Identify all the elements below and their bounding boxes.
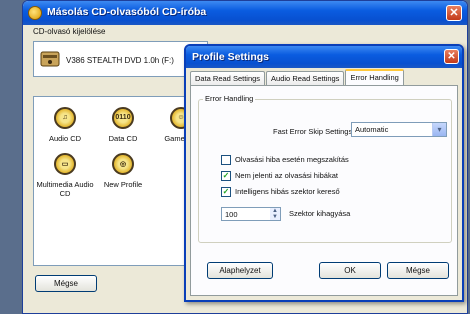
sector-skip-stepper[interactable]: 100 ▲ ▼ [221, 207, 281, 221]
tab-strip: Data Read Settings Audio Read Settings E… [190, 69, 405, 85]
profile-grid: ♫ Audio CD 0110 Data CD ☺ Game CD ▭ Mult… [33, 96, 208, 266]
fast-skip-label: Fast Error Skip Settings: [273, 127, 355, 136]
tab-audio-read-settings[interactable]: Audio Read Settings [266, 71, 345, 85]
ok-button[interactable]: OK [319, 262, 381, 279]
profile-data-cd[interactable]: 0110 Data CD [94, 107, 152, 143]
fast-skip-select[interactable]: Automatic ▾ [351, 122, 447, 137]
dialog-title: Profile Settings [192, 51, 270, 63]
checkbox-smart-sector-search[interactable]: ✓ [221, 187, 231, 197]
dialog-title-bar[interactable]: Profile Settings ✕ [186, 46, 462, 68]
profile-label: Data CD [108, 134, 138, 143]
profile-label: New Profile [103, 180, 143, 189]
dialog-close-button[interactable]: ✕ [444, 49, 459, 64]
tab-panel: Error Handling Fast Error Skip Settings:… [190, 85, 458, 296]
profile-label: Multimedia Audio CD [36, 180, 94, 198]
main-title-bar[interactable]: Másolás CD-olvasóból CD-íróba ✕ [23, 1, 467, 25]
tab-error-handling[interactable]: Error Handling [345, 69, 404, 85]
data-cd-icon: 0110 [112, 107, 134, 129]
main-close-button[interactable]: ✕ [446, 5, 462, 21]
checkbox-abort-on-error[interactable] [221, 155, 231, 165]
checkbox-no-report-errors[interactable]: ✓ [221, 171, 231, 181]
profile-new-profile[interactable]: ◎ New Profile [94, 153, 152, 189]
drive-name: V386 STEALTH DVD 1.0h (F:) [66, 56, 174, 65]
audio-cd-icon: ♫ [54, 107, 76, 129]
cd-drive-icon [40, 51, 60, 67]
profile-multimedia-audio-cd[interactable]: ▭ Multimedia Audio CD [36, 153, 94, 198]
sector-skip-label: Szektor kihagyása [289, 209, 351, 218]
main-cancel-button[interactable]: Mégse [35, 275, 97, 292]
multimedia-cd-icon: ▭ [54, 153, 76, 175]
app-icon [28, 6, 42, 20]
dialog-cancel-button[interactable]: Mégse [387, 262, 449, 279]
main-window-title: Másolás CD-olvasóból CD-íróba [47, 6, 207, 18]
group-legend: Error Handling [203, 94, 256, 103]
new-profile-icon: ◎ [112, 153, 134, 175]
sector-skip-value: 100 [225, 210, 238, 219]
profile-label: Audio CD [48, 134, 82, 143]
checkbox-label: Nem jelenti az olvasási hibákat [235, 171, 338, 180]
checkbox-label: Olvasási hiba esetén megszakítás [235, 155, 349, 164]
checkbox-label: Intelligens hibás szektor kereső [235, 187, 340, 196]
profile-settings-dialog: Profile Settings ✕ Data Read Settings Au… [184, 44, 464, 302]
drive-section-label: CD-olvasó kijelölése [33, 27, 106, 36]
fast-skip-value: Automatic [355, 125, 389, 134]
drive-selector[interactable]: V386 STEALTH DVD 1.0h (F:) [33, 41, 208, 77]
reset-default-button[interactable]: Alaphelyzet [207, 262, 273, 279]
chevron-down-icon[interactable]: ▾ [432, 123, 446, 136]
spinner-arrows-icon[interactable]: ▲ ▼ [270, 208, 280, 220]
profile-audio-cd[interactable]: ♫ Audio CD [36, 107, 94, 143]
error-handling-group: Error Handling Fast Error Skip Settings:… [198, 94, 452, 243]
tab-data-read-settings[interactable]: Data Read Settings [190, 71, 266, 85]
